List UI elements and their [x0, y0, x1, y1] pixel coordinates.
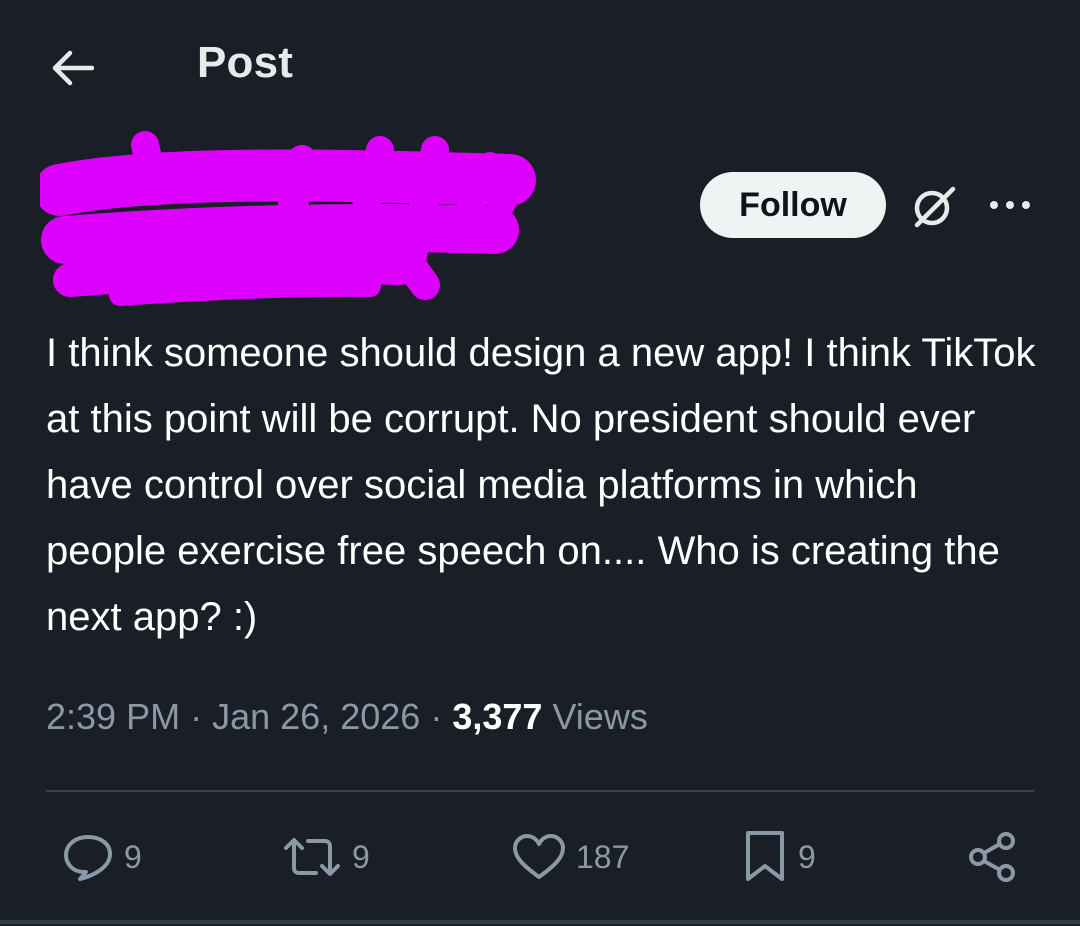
arrow-left-icon [52, 50, 94, 86]
meta-separator: · [190, 696, 203, 737]
divider [46, 790, 1034, 792]
post-time: 2:39 PM [46, 696, 181, 737]
repost-icon [284, 838, 340, 876]
reply-count: 9 [124, 838, 142, 875]
views-count[interactable]: 3,377 [452, 696, 542, 737]
follow-button[interactable]: Follow [700, 172, 886, 238]
grok-icon[interactable] [906, 178, 962, 234]
page-title: Post [197, 38, 294, 87]
meta-separator: · [430, 696, 443, 737]
bookmark-icon [746, 831, 784, 881]
reply-button[interactable]: 9 [60, 822, 142, 892]
reply-icon [64, 835, 112, 881]
bookmark-button[interactable]: 9 [740, 822, 816, 892]
post-metadata: 2:39 PM · Jan 26, 2026 · 3,377 Views [46, 696, 648, 738]
share-icon [969, 832, 1015, 882]
bookmark-count: 9 [798, 838, 816, 875]
more-options-icon[interactable] [984, 182, 1036, 228]
bottom-divider [0, 920, 1080, 924]
like-count: 187 [576, 838, 630, 875]
repost-button[interactable]: 9 [280, 822, 370, 892]
post-body-text: I think someone should design a new app!… [46, 331, 1036, 639]
heart-icon [513, 834, 565, 879]
views-label: Views [552, 696, 648, 737]
repost-count: 9 [352, 838, 370, 875]
post-date: Jan 26, 2026 [212, 696, 421, 737]
back-button[interactable] [44, 40, 100, 96]
share-button[interactable] [964, 822, 1020, 892]
like-button[interactable]: 187 [510, 822, 629, 892]
redacted-author-scribble [40, 131, 536, 306]
post-detail-screen: Post Follow I think someone should desig… [0, 0, 1080, 926]
action-bar: 9 9 187 9 [0, 822, 1080, 892]
grok-logo-icon [914, 186, 956, 228]
